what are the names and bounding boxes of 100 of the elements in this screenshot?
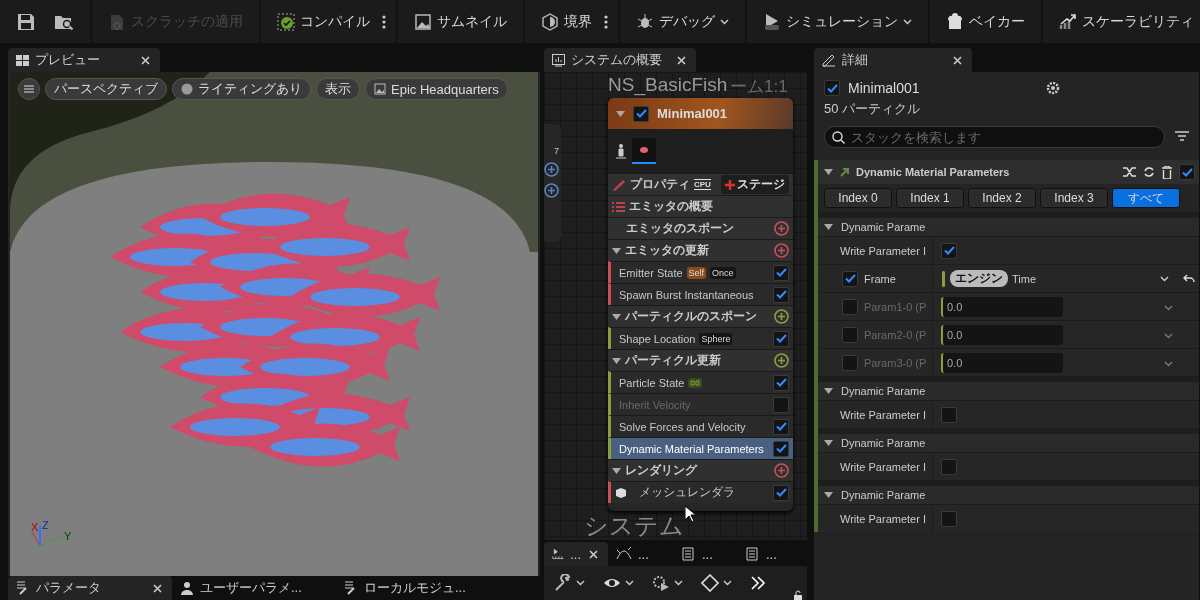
viewport-option-button[interactable]: Epic Headquarters [365, 78, 508, 100]
checkbox[interactable] [773, 484, 789, 501]
parameter-label: Frame [864, 272, 896, 285]
module-row[interactable]: メッシュレンダラ [608, 481, 793, 503]
checkbox[interactable] [773, 330, 789, 347]
document-icon [108, 12, 126, 31]
close-icon[interactable] [951, 55, 964, 65]
checkbox[interactable] [842, 326, 858, 343]
checkbox[interactable] [633, 105, 649, 122]
number-field[interactable]: 0.0 [941, 296, 1063, 317]
panel-tab[interactable]: パラメータ [8, 576, 172, 600]
checkbox[interactable] [941, 242, 957, 259]
checkbox[interactable] [773, 418, 789, 435]
graph-canvas[interactable] [544, 72, 807, 540]
trash-icon[interactable] [1161, 165, 1173, 179]
more-options-icon[interactable] [604, 14, 608, 29]
checkbox[interactable] [941, 458, 957, 475]
checkbox[interactable] [842, 298, 858, 315]
add-stage-button[interactable]: ステージ [721, 175, 789, 194]
toolbar-button[interactable]: シミュレーション [757, 5, 918, 38]
shuffle-icon[interactable] [1123, 166, 1137, 178]
add-module-icon[interactable] [544, 183, 559, 198]
ruler-play-icon [552, 547, 565, 561]
toolbar-button[interactable]: サムネイル [408, 5, 513, 38]
group-title[interactable]: Dynamic Parame [837, 385, 926, 397]
close-icon[interactable] [675, 55, 688, 65]
caret-icon [723, 580, 732, 586]
reset-arrow-icon[interactable] [1183, 273, 1195, 284]
checkbox[interactable] [842, 354, 858, 371]
panel-tab[interactable]: ... [672, 542, 736, 566]
index-tab[interactable]: すべて [1112, 188, 1180, 208]
module-row[interactable]: Particle State [608, 371, 793, 393]
checkbox[interactable] [773, 396, 789, 413]
module-tag: Once [710, 266, 736, 279]
module-row[interactable]: Spawn Burst Instantaneous [608, 283, 793, 305]
index-tab[interactable]: Index 3 [1040, 188, 1108, 208]
viewport-option-button[interactable]: 表示 [316, 78, 360, 100]
expand-triangle-icon [824, 440, 833, 446]
checkbox[interactable] [773, 440, 789, 457]
toolbar-button[interactable]: スケーラビリティ [1053, 5, 1200, 38]
panel-tab[interactable]: ... [608, 542, 672, 566]
checkbox[interactable] [1179, 164, 1195, 180]
panel-tab[interactable]: ローカルモジュ... [336, 576, 500, 600]
module-name: Inherit Velocity [618, 398, 691, 411]
search-field[interactable]: スタックを検索します [824, 126, 1165, 148]
checkbox[interactable] [941, 406, 957, 423]
viewport[interactable]: パースペクティブ ライティングあり 表示 Epic Headquarters X Z Y [8, 72, 540, 576]
close-icon[interactable] [587, 549, 600, 559]
module-name: Emitter State [618, 266, 683, 279]
group-title[interactable]: Dynamic Parame [837, 221, 926, 233]
group-title[interactable]: Dynamic Parame [837, 437, 926, 449]
module-row[interactable]: Emitter State Self Once [608, 261, 793, 283]
module-name: Dynamic Material Parameters [618, 442, 764, 455]
close-icon[interactable] [151, 583, 164, 593]
add-module-icon[interactable] [774, 309, 789, 324]
panel-tab[interactable]: ... [544, 542, 608, 566]
emitter-node[interactable] [608, 98, 793, 511]
module-row[interactable]: Shape Location Sphere [608, 327, 793, 349]
index-tab[interactable]: Index 2 [968, 188, 1036, 208]
checkbox[interactable] [773, 286, 789, 303]
system-overview-tab[interactable]: システムの概要 [544, 48, 696, 72]
caret-icon [1160, 275, 1169, 282]
checkbox[interactable] [842, 270, 858, 287]
filter-icon[interactable] [1175, 131, 1189, 143]
add-module-icon[interactable] [544, 162, 559, 177]
properties-label[interactable]: プロパティ [630, 176, 690, 193]
details-tab[interactable]: 詳細 [814, 48, 972, 72]
module-name: Shape Location [618, 332, 696, 345]
axis-gizmo-drawing: X Z Y [30, 518, 82, 552]
panel-tab[interactable]: ユーザーパラメ... [172, 576, 336, 600]
toolbar-button[interactable]: 境界 [535, 5, 598, 38]
toolbar-button[interactable]: コンパイル [271, 5, 376, 38]
refresh-icon[interactable] [1143, 166, 1155, 178]
checkbox[interactable] [941, 510, 957, 527]
module-row[interactable]: Dynamic Material Parameters [608, 437, 793, 459]
more-options-icon[interactable] [382, 14, 386, 29]
curve-icon [616, 547, 632, 561]
module-row[interactable]: Solve Forces and Velocity [608, 415, 793, 437]
checkbox[interactable] [773, 374, 789, 391]
toolbar-button[interactable]: ベイカー [940, 5, 1031, 38]
add-module-icon[interactable] [774, 243, 789, 258]
number-field[interactable]: 0.0 [941, 324, 1063, 345]
emitter-node[interactable]: 7 [544, 124, 561, 242]
add-module-icon[interactable] [774, 463, 789, 478]
group-title[interactable]: Dynamic Parame [837, 489, 926, 501]
settings-icon[interactable] [1046, 81, 1060, 95]
viewport-option-button[interactable]: パースペクティブ [45, 78, 167, 100]
index-tab[interactable]: Index 0 [824, 188, 892, 208]
thumbnail[interactable] [632, 138, 656, 164]
viewport-option-button[interactable]: ライティングあり [172, 78, 311, 100]
number-field[interactable]: 0.0 [941, 352, 1063, 373]
checkbox[interactable] [824, 80, 840, 96]
add-module-icon[interactable] [774, 221, 789, 236]
panel-tab[interactable]: ... [736, 542, 800, 566]
checkbox[interactable] [773, 264, 789, 281]
preview-tab[interactable]: プレビュー [8, 48, 160, 72]
toolbar-button[interactable]: デバッグ [630, 5, 735, 38]
index-tab[interactable]: Index 1 [896, 188, 964, 208]
add-module-icon[interactable] [774, 353, 789, 368]
close-icon[interactable] [139, 55, 152, 65]
